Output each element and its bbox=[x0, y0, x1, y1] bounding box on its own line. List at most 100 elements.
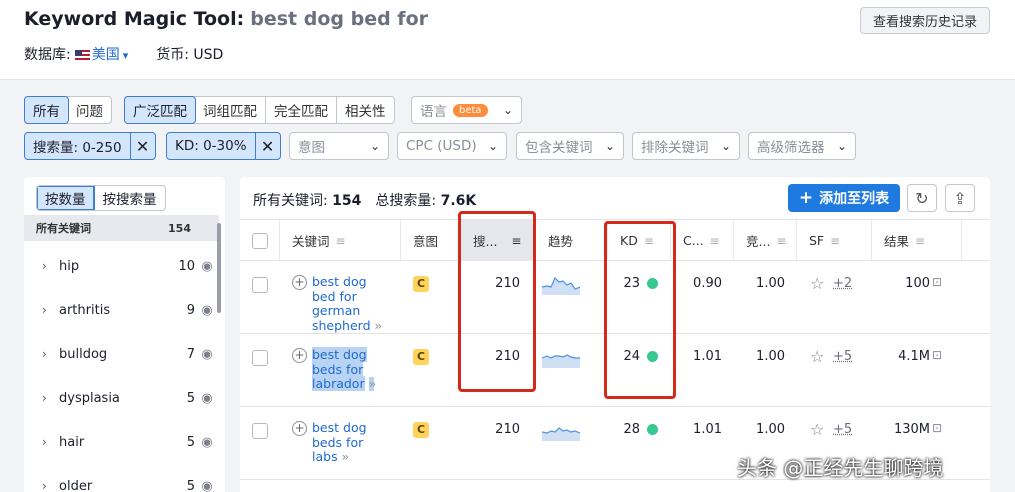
kd-filter-chip[interactable]: KD: 0-30% ✕ bbox=[166, 132, 281, 160]
eye-icon[interactable]: ◉ bbox=[195, 479, 219, 492]
competition-value: 1.00 bbox=[745, 349, 785, 364]
chevron-right-icon[interactable]: › bbox=[42, 303, 52, 317]
eye-icon[interactable]: ◉ bbox=[195, 303, 219, 318]
scope-tabs: 所有 问题 bbox=[24, 96, 112, 124]
column-intent[interactable]: 意图 bbox=[401, 220, 461, 261]
keyword-link[interactable]: best dog beds for labrador ›› bbox=[312, 348, 390, 392]
sort-by-count-button[interactable]: 按数量 bbox=[37, 186, 95, 210]
sidebar-item-older[interactable]: › older 5 ◉ bbox=[24, 476, 219, 492]
add-keyword-icon[interactable]: + bbox=[292, 275, 307, 290]
intent-dropdown[interactable]: 意图 ⌄ bbox=[289, 132, 389, 160]
database-selector[interactable]: 美国 ▾ bbox=[92, 47, 129, 63]
chevron-down-icon[interactable]: ▾ bbox=[123, 49, 129, 62]
group-label: older bbox=[59, 479, 175, 492]
serp-search-icon[interactable]: ⊡ bbox=[932, 275, 948, 290]
column-sf[interactable]: SF ≡ bbox=[797, 220, 872, 261]
serp-features-count[interactable]: +2 bbox=[833, 276, 852, 291]
serp-features-count[interactable]: +5 bbox=[833, 422, 852, 437]
advanced-filters-dropdown[interactable]: 高级筛选器 ⌄ bbox=[748, 132, 856, 160]
column-keyword[interactable]: 关键词 ≡ bbox=[280, 220, 401, 261]
group-count: 10 bbox=[175, 259, 195, 274]
chevron-right-icon[interactable]: › bbox=[42, 435, 52, 449]
cpc-value: 0.90 bbox=[682, 276, 722, 291]
close-icon[interactable]: ✕ bbox=[131, 133, 155, 159]
row-checkbox[interactable] bbox=[252, 423, 268, 439]
sidebar-item-arthritis[interactable]: › arthritis 9 ◉ bbox=[24, 300, 219, 320]
kd-filter-label[interactable]: KD: 0-30% bbox=[167, 133, 256, 159]
competition-value: 1.00 bbox=[745, 422, 785, 437]
plus-icon[interactable]: + bbox=[799, 188, 813, 208]
sort-icon[interactable]: ≡ bbox=[336, 234, 345, 248]
star-icon[interactable]: ☆ bbox=[810, 420, 824, 439]
all-keywords-group[interactable]: 所有关键词 154 bbox=[24, 215, 219, 241]
select-all-checkbox[interactable] bbox=[252, 233, 268, 249]
column-cpc-label: C... bbox=[683, 233, 704, 248]
group-count: 7 bbox=[175, 347, 195, 362]
tab-broad-match[interactable]: 广泛匹配 bbox=[124, 96, 196, 124]
include-keywords-dropdown[interactable]: 包含关键词 ⌄ bbox=[516, 132, 624, 160]
add-keyword-icon[interactable]: + bbox=[292, 421, 307, 436]
star-icon[interactable]: ☆ bbox=[810, 274, 824, 293]
column-competition[interactable]: 竞... ≡ bbox=[734, 220, 797, 261]
row-checkbox[interactable] bbox=[252, 277, 268, 293]
row-checkbox[interactable] bbox=[252, 350, 268, 366]
keyword-link[interactable]: best dog beds for labs ›› bbox=[312, 421, 390, 465]
close-icon[interactable]: ✕ bbox=[256, 133, 280, 159]
serp-search-icon[interactable]: ⊡ bbox=[932, 348, 948, 363]
add-to-list-label[interactable]: 添加至列表 bbox=[819, 188, 889, 208]
sidebar-item-hair[interactable]: › hair 5 ◉ bbox=[24, 432, 219, 452]
language-dropdown[interactable]: 语言 beta ⌄ bbox=[411, 96, 522, 124]
column-cpc[interactable]: C... ≡ bbox=[671, 220, 734, 261]
refresh-icon[interactable]: ↻ bbox=[915, 189, 928, 208]
sort-icon[interactable]: ≡ bbox=[710, 234, 719, 248]
search-history-button[interactable]: 查看搜索历史记录 bbox=[860, 7, 990, 34]
serp-search-icon[interactable]: ⊡ bbox=[932, 421, 948, 436]
sort-icon[interactable]: ≡ bbox=[830, 234, 839, 248]
keyword-link[interactable]: best dog bed for german shepherd ›› bbox=[312, 275, 390, 333]
refresh-button[interactable]: ↻ bbox=[907, 184, 937, 212]
tab-questions[interactable]: 问题 bbox=[68, 97, 111, 123]
exclude-keywords-dropdown[interactable]: 排除关键词 ⌄ bbox=[632, 132, 740, 160]
column-results[interactable]: 结果 ≡ bbox=[872, 220, 962, 261]
group-count: 5 bbox=[175, 435, 195, 450]
keyword-text[interactable]: best dog beds for labs bbox=[312, 420, 367, 464]
cpc-dropdown[interactable]: CPC (USD) ⌄ bbox=[397, 132, 507, 160]
volume-filter-label[interactable]: 搜索量: 0-250 bbox=[25, 133, 131, 159]
serp-features-count[interactable]: +5 bbox=[833, 349, 852, 364]
cpc-dropdown-label: CPC (USD) bbox=[406, 138, 477, 154]
tab-all[interactable]: 所有 bbox=[24, 96, 69, 124]
sort-icon[interactable]: ≡ bbox=[776, 234, 785, 248]
add-keyword-icon[interactable]: + bbox=[292, 348, 307, 363]
chevron-right-icon[interactable]: › bbox=[42, 259, 52, 273]
tab-exact-match[interactable]: 完全匹配 bbox=[266, 97, 337, 123]
database-value[interactable]: 美国 bbox=[92, 47, 120, 63]
star-icon[interactable]: ☆ bbox=[810, 347, 824, 366]
sort-icon[interactable]: ≡ bbox=[915, 234, 924, 248]
double-chevron-right-icon[interactable]: ›› bbox=[342, 450, 348, 464]
tab-related[interactable]: 相关性 bbox=[337, 97, 394, 123]
eye-icon[interactable]: ◉ bbox=[195, 347, 219, 362]
keyword-text[interactable]: best dog beds for labrador bbox=[312, 347, 367, 391]
tab-phrase-match[interactable]: 词组匹配 bbox=[195, 97, 266, 123]
chevron-right-icon[interactable]: › bbox=[42, 391, 52, 405]
eye-icon[interactable]: ◉ bbox=[195, 435, 219, 450]
sort-by-volume-button[interactable]: 按搜索量 bbox=[95, 186, 165, 210]
double-chevron-right-icon[interactable]: ›› bbox=[375, 319, 381, 333]
chevron-right-icon[interactable]: › bbox=[42, 479, 52, 492]
results-value: 4.1M bbox=[890, 349, 930, 364]
eye-icon[interactable]: ◉ bbox=[195, 259, 219, 274]
add-to-list-button[interactable]: + 添加至列表 bbox=[788, 184, 900, 212]
column-trend[interactable]: 趋势 bbox=[536, 220, 608, 261]
volume-filter-chip[interactable]: 搜索量: 0-250 ✕ bbox=[24, 132, 156, 160]
trend-sparkline bbox=[542, 346, 580, 368]
sidebar-item-bulldog[interactable]: › bulldog 7 ◉ bbox=[24, 344, 219, 364]
all-keywords-summary-value: 154 bbox=[332, 193, 361, 209]
keyword-text[interactable]: best dog bed for german shepherd bbox=[312, 274, 371, 333]
export-button[interactable]: ⇪ bbox=[945, 184, 975, 212]
double-chevron-right-icon[interactable]: ›› bbox=[369, 377, 375, 391]
chevron-right-icon[interactable]: › bbox=[42, 347, 52, 361]
sidebar-item-hip[interactable]: › hip 10 ◉ bbox=[24, 256, 219, 276]
export-icon[interactable]: ⇪ bbox=[953, 189, 966, 208]
sidebar-item-dysplasia[interactable]: › dysplasia 5 ◉ bbox=[24, 388, 219, 408]
eye-icon[interactable]: ◉ bbox=[195, 391, 219, 406]
